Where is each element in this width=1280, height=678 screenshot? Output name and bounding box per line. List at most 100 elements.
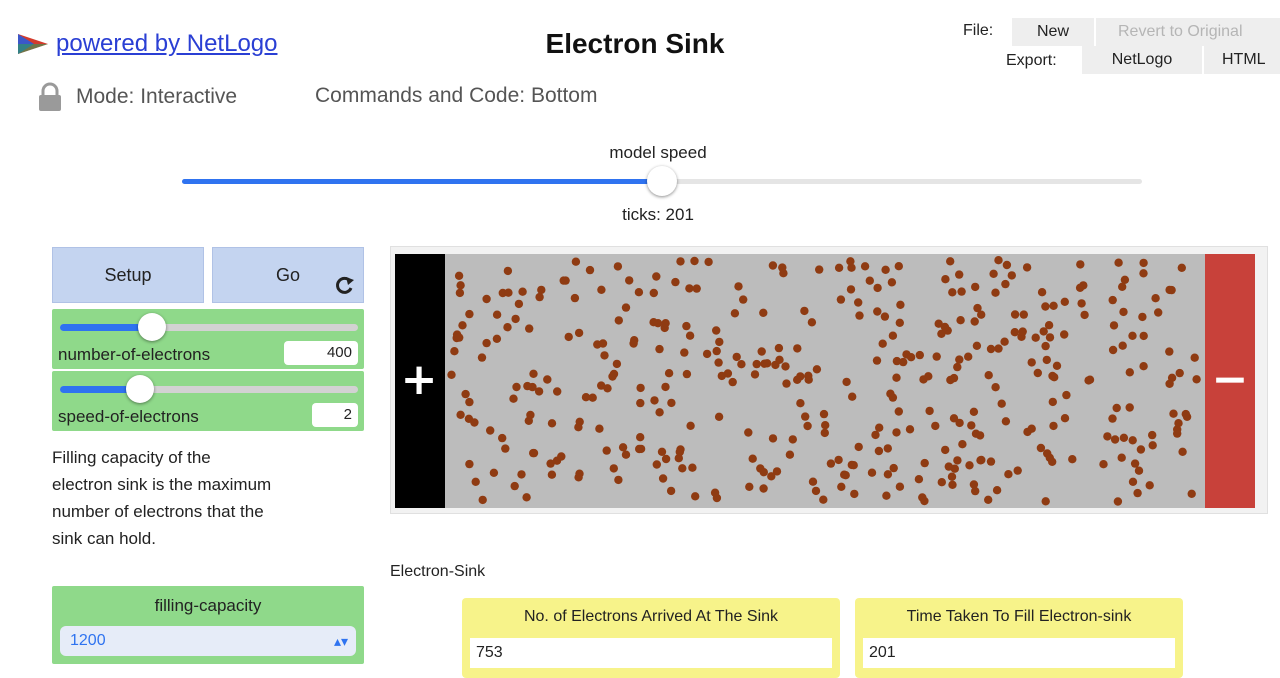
electron: [883, 444, 892, 453]
electron: [871, 430, 880, 440]
electron: [775, 355, 784, 364]
export-netlogo-button[interactable]: NetLogo: [1082, 46, 1202, 74]
mode-toggle[interactable]: Mode: Interactive: [36, 82, 237, 112]
electron: [767, 472, 776, 481]
electron: [932, 352, 941, 361]
electron: [788, 435, 797, 444]
model-speed-fill: [182, 179, 662, 184]
electron: [1068, 455, 1077, 464]
electron: [1136, 445, 1146, 454]
electron: [661, 319, 670, 328]
electron: [526, 410, 535, 420]
electron: [634, 288, 644, 297]
electron: [924, 372, 933, 381]
slider-value[interactable]: 400: [284, 341, 358, 365]
electron: [618, 443, 628, 452]
electron: [1114, 258, 1123, 267]
slider-name: speed-of-electrons: [58, 407, 199, 426]
electron: [803, 421, 812, 431]
electron: [612, 359, 622, 369]
monitor-label: No. of Electrons Arrived At The Sink: [523, 608, 779, 625]
electron: [489, 468, 499, 477]
electron: [657, 447, 667, 456]
electron: [889, 463, 898, 473]
electron: [895, 318, 904, 327]
electron: [949, 414, 959, 423]
electron: [1108, 414, 1117, 423]
export-html-button[interactable]: HTML: [1204, 46, 1280, 74]
filling-capacity-chooser[interactable]: filling-capacity 1200 ▴▾: [52, 586, 364, 664]
number-of-electrons-slider[interactable]: number-of-electrons 400: [52, 309, 364, 369]
electron: [714, 358, 723, 367]
monitor-value: 753: [470, 638, 832, 668]
revert-to-original-button[interactable]: Revert to Original: [1096, 18, 1280, 46]
electron: [964, 352, 973, 361]
slider-thumb[interactable]: [138, 313, 167, 341]
electron: [782, 379, 791, 388]
netlogo-logo-icon: [18, 34, 48, 54]
electron: [860, 262, 870, 271]
minus-symbol: −: [1212, 354, 1249, 405]
electron: [875, 423, 884, 432]
commands-and-code-location[interactable]: Commands and Code: Bottom: [315, 84, 597, 108]
electron: [465, 397, 474, 407]
speed-of-electrons-slider[interactable]: speed-of-electrons 2: [52, 371, 364, 431]
electron: [614, 316, 623, 325]
electron: [664, 369, 674, 378]
new-button[interactable]: New: [1012, 18, 1094, 46]
electron: [781, 362, 790, 371]
electron: [892, 373, 901, 382]
electron: [967, 421, 976, 430]
electron: [971, 282, 980, 292]
electron: [636, 398, 645, 408]
model-speed-label: model speed: [609, 143, 707, 162]
electron: [629, 339, 638, 348]
electron: [602, 446, 611, 455]
electron: [1108, 345, 1118, 355]
electron: [477, 353, 487, 362]
electron: [512, 382, 521, 392]
electron: [1134, 466, 1144, 475]
electron: [1048, 457, 1057, 466]
electron: [553, 387, 562, 396]
electron: [636, 383, 645, 393]
setup-button[interactable]: Setup: [52, 247, 204, 303]
electron: [778, 263, 787, 272]
electron: [510, 481, 519, 491]
model-speed-thumb[interactable]: [647, 166, 677, 196]
electron: [666, 486, 676, 496]
electron: [1080, 310, 1089, 320]
electron: [547, 419, 557, 428]
electron: [680, 348, 689, 357]
netlogo-logo-link[interactable]: powered by NetLogo: [16, 30, 277, 58]
electron: [737, 360, 746, 369]
electron: [503, 323, 512, 332]
electron: [899, 357, 908, 367]
electron: [793, 344, 802, 353]
electron: [955, 270, 964, 279]
electron: [906, 353, 916, 362]
electron: [1077, 299, 1086, 308]
monitor-label: Time Taken To Fill Electron-sink: [906, 608, 1132, 625]
electron: [1133, 488, 1142, 498]
electron: [710, 488, 720, 497]
electron: [1117, 453, 1126, 462]
chooser-select[interactable]: 1200 ▴▾: [60, 626, 356, 656]
electron: [1075, 283, 1085, 292]
go-button[interactable]: Go: [212, 247, 364, 303]
electron: [972, 341, 982, 350]
electron: [1108, 295, 1117, 305]
electron: [450, 347, 459, 356]
electron: [1004, 470, 1013, 479]
go-button-label: Go: [275, 264, 300, 285]
slider-thumb[interactable]: [126, 375, 155, 403]
electron: [882, 491, 891, 500]
world-view[interactable]: + −: [395, 254, 1255, 508]
lock-icon: [39, 82, 61, 111]
slider-value[interactable]: 2: [312, 403, 358, 427]
electron: [872, 356, 882, 365]
electron: [667, 398, 676, 408]
electron: [854, 298, 863, 307]
electron: [1039, 327, 1048, 336]
electron: [1165, 379, 1174, 388]
